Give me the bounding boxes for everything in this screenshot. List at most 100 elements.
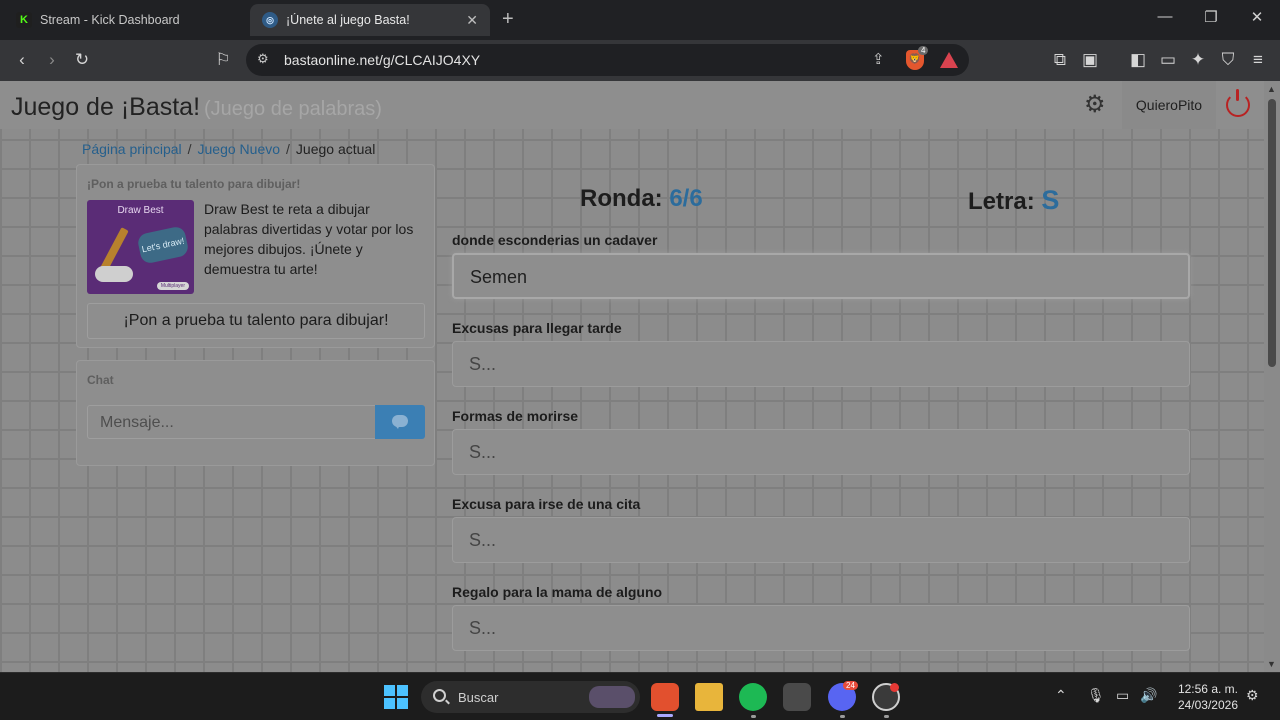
chat-panel: Chat Mensaje... (76, 360, 435, 466)
back-icon[interactable]: ‹ (10, 48, 34, 72)
scroll-thumb[interactable] (1268, 99, 1276, 367)
breadcrumb-separator: / (187, 141, 192, 157)
extensions-icon[interactable]: ⧉ (1048, 48, 1072, 72)
category-label: Excusa para irse de una cita (452, 496, 641, 512)
page-scrollbar[interactable]: ▲ ▼ (1264, 81, 1280, 672)
menu-icon[interactable]: ≡ (1246, 48, 1270, 72)
forward-icon[interactable]: › (40, 48, 64, 72)
round-indicator: Ronda: 6/6 (580, 185, 703, 213)
leo-ai-icon[interactable]: ✦ (1186, 48, 1210, 72)
round-value: 6/6 (669, 185, 703, 212)
windows-taskbar: Buscar 24 ⌃ 🎙 ▭ 🔊 12:56 a. m. 24/03/2026… (0, 672, 1280, 720)
cloud-icon (95, 266, 133, 282)
spotify-icon[interactable] (739, 683, 767, 711)
breadcrumb: Página principal / Juego Nuevo / Juego actua… (82, 141, 375, 157)
microphone-icon[interactable]: 🎙 (1087, 687, 1105, 704)
basta-icon: ◎ (262, 12, 278, 28)
letter-label: Letra: (968, 188, 1035, 215)
category-answer-input[interactable]: S... (452, 517, 1190, 563)
file-explorer-icon[interactable] (695, 683, 723, 711)
new-tab-icon[interactable]: + (502, 8, 514, 30)
clock-date: 24/03/2026 (1177, 698, 1238, 712)
restore-icon[interactable]: ❐ (1196, 8, 1226, 26)
scroll-down-icon[interactable]: ▼ (1267, 659, 1276, 669)
microsoft-store-icon[interactable] (783, 683, 811, 711)
tab-title: Stream - Kick Dashboard (40, 13, 180, 27)
brave-rewards-icon[interactable] (940, 52, 958, 68)
category-answer-input[interactable]: S... (452, 341, 1190, 387)
share-icon[interactable]: ⇪ (872, 50, 885, 68)
chat-message-input[interactable]: Mensaje... (87, 405, 376, 439)
bookmark-icon[interactable]: ⚐ (211, 48, 235, 72)
category-label: Formas de morirse (452, 408, 579, 424)
recording-indicator (890, 683, 899, 692)
breadcrumb-home-link[interactable]: Página principal (82, 141, 182, 157)
brave-browser-icon[interactable] (651, 683, 679, 711)
sidebar-icon[interactable]: ◧ (1126, 48, 1150, 72)
shields-count-badge: 4 (918, 46, 929, 55)
category-label: donde esconderias un cadaver (452, 232, 658, 248)
browser-toolbar: ‹ › ↻ ⚐ ⚙ bastaonline.net/g/CLCAIJO4XY ⇪… (0, 40, 1280, 81)
window-close-icon[interactable]: ✕ (1242, 8, 1272, 26)
breadcrumb-new-game-link[interactable]: Juego Nuevo (198, 141, 281, 157)
draw-best-promo-image[interactable]: Draw Best Let's draw! Multiplayer (87, 200, 194, 294)
lets-draw-badge: Let's draw! (136, 225, 190, 265)
breadcrumb-separator: / (286, 141, 290, 157)
chat-send-button[interactable] (375, 405, 425, 439)
site-subtitle: (Juego de palabras) (204, 98, 382, 120)
search-icon (433, 689, 446, 702)
discord-notification-badge: 24 (843, 681, 858, 690)
taskbar-search[interactable]: Buscar (421, 681, 640, 713)
multiplayer-badge: Multiplayer (156, 282, 189, 290)
volume-icon[interactable]: 🔊 (1140, 687, 1157, 704)
site-title-text: Juego de ¡Basta! (11, 93, 201, 121)
system-clock[interactable]: 12:56 a. m. 24/03/2026 (1170, 681, 1238, 713)
kick-icon: K (16, 12, 32, 28)
category-answer-input[interactable]: S... (452, 605, 1190, 651)
round-label: Ronda: (580, 185, 663, 212)
network-icon[interactable]: ▭ (1116, 687, 1129, 704)
page-content: Juego de ¡Basta! (Juego de palabras) ⚙ Qu… (0, 81, 1264, 672)
user-menu-button[interactable]: QuieroPito (1122, 81, 1216, 129)
tab-title: ¡Únete al juego Basta! (286, 13, 410, 27)
active-app-indicator (657, 714, 673, 717)
reload-icon[interactable]: ↻ (70, 48, 94, 72)
category-label: Regalo para la mama de alguno (452, 584, 663, 600)
settings-gear-icon[interactable]: ⚙ (1084, 93, 1106, 117)
site-header: Juego de ¡Basta! (Juego de palabras) ⚙ Qu… (0, 81, 1264, 129)
reader-mode-icon[interactable]: ▣ (1078, 48, 1102, 72)
promo-image-title: Draw Best (117, 205, 164, 216)
site-settings-icon[interactable]: ⚙ (257, 51, 269, 67)
letter-indicator: Letra: S (968, 185, 1059, 216)
running-indicator (840, 715, 845, 718)
search-highlight-image (589, 686, 635, 708)
clock-time: 12:56 a. m. (1177, 682, 1238, 696)
promo-description: Draw Best te reta a dibujar palabras div… (204, 201, 414, 277)
scroll-up-icon[interactable]: ▲ (1267, 84, 1276, 94)
tab-basta[interactable]: ◎ ¡Únete al juego Basta! ✕ (250, 4, 490, 36)
address-bar[interactable]: ⚙ bastaonline.net/g/CLCAIJO4XY ⇪ 🦁 4 (246, 44, 969, 76)
windows-start-icon[interactable] (384, 685, 408, 709)
running-indicator (884, 715, 889, 718)
running-indicator (751, 715, 756, 718)
chat-bubble-icon (392, 415, 408, 429)
letter-value: S (1041, 185, 1060, 215)
power-logout-icon[interactable] (1226, 89, 1250, 117)
draw-best-promo-panel: ¡Pon a prueba tu talento para dibujar! D… (76, 164, 435, 348)
page-title: Juego de ¡Basta! (Juego de palabras) (11, 93, 382, 122)
vpn-icon[interactable]: ⛉ (1216, 48, 1240, 72)
url-text[interactable]: bastaonline.net/g/CLCAIJO4XY (284, 52, 480, 68)
draw-best-button[interactable]: ¡Pon a prueba tu talento para dibujar! (87, 303, 425, 339)
notifications-icon[interactable]: ⚙ (1246, 687, 1259, 704)
show-hidden-icons-chevron-icon[interactable]: ⌃ (1055, 687, 1067, 704)
browser-tab-strip: K Stream - Kick Dashboard ◎ ¡Únete al ju… (0, 0, 1280, 40)
search-placeholder: Buscar (458, 690, 499, 705)
minimize-icon[interactable]: — (1150, 8, 1180, 25)
tab-kick-dashboard[interactable]: K Stream - Kick Dashboard (4, 4, 244, 36)
category-label: Excusas para llegar tarde (452, 320, 622, 336)
category-answer-input[interactable]: Semen (452, 253, 1190, 299)
category-answer-input[interactable]: S... (452, 429, 1190, 475)
breadcrumb-current: Juego actual (295, 141, 376, 157)
wallet-icon[interactable]: ▭ (1156, 48, 1180, 72)
close-tab-icon[interactable]: ✕ (466, 12, 478, 29)
